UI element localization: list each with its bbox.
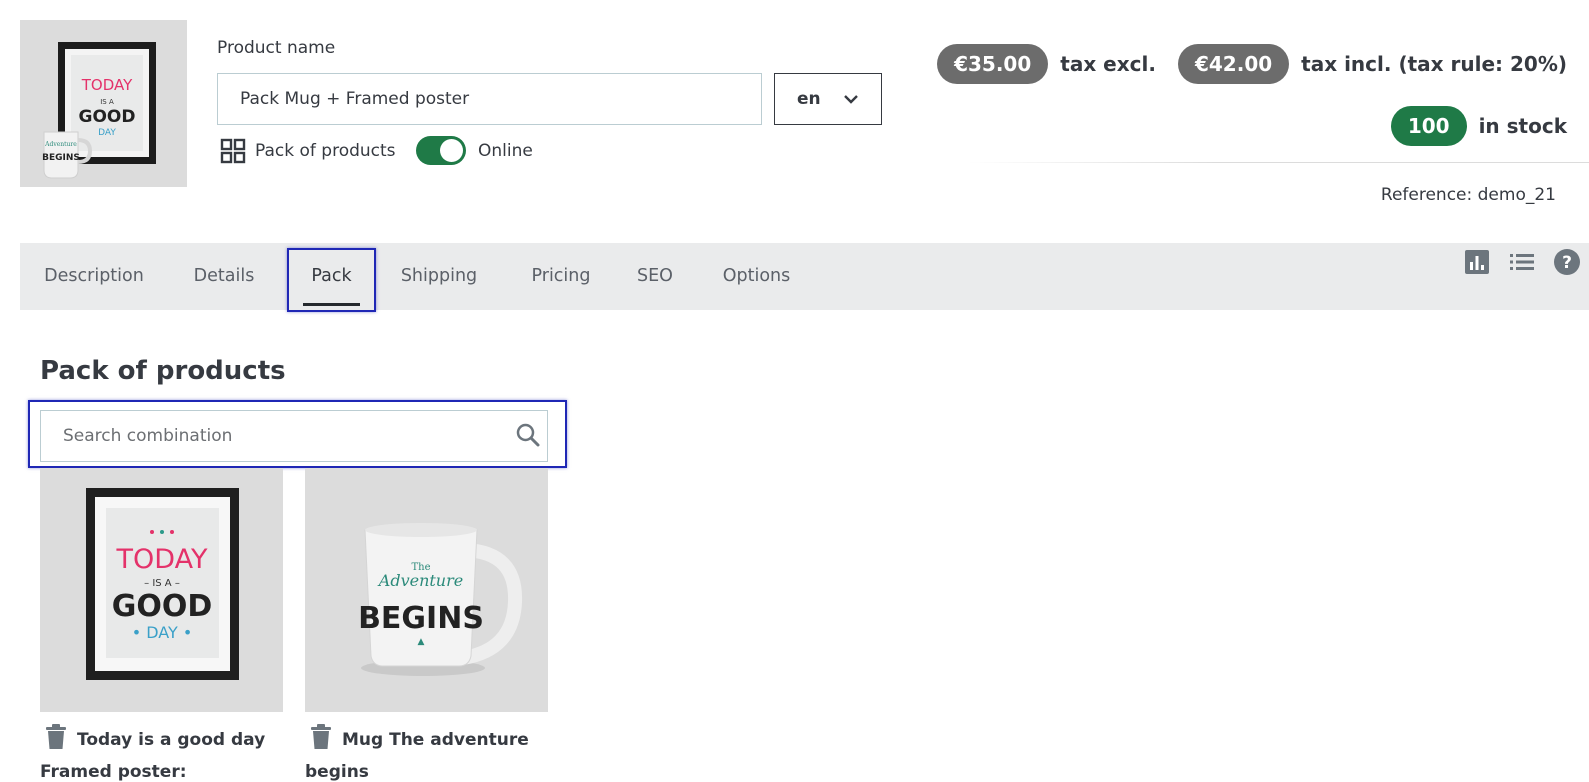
tab-details[interactable]: Details <box>184 243 264 310</box>
tab-label: Options <box>722 266 791 286</box>
pack-item-name-line2: Framed poster: Dimension <box>40 762 187 782</box>
toggle-knob <box>440 139 463 162</box>
svg-text:TODAY: TODAY <box>116 544 208 575</box>
active-tab-indicator <box>303 303 360 306</box>
svg-text:BEGINS: BEGINS <box>358 601 484 636</box>
tab-label: SEO <box>637 266 673 286</box>
stock-quantity-badge: 100 <box>1390 106 1467 146</box>
tab-pack[interactable]: Pack <box>289 243 374 310</box>
pack-item-name: Today is a good day Framed poster: Dimen… <box>40 724 283 782</box>
tab-label: Pricing <box>531 266 591 286</box>
tab-pricing[interactable]: Pricing <box>517 243 605 310</box>
pack-item-image: The Adventure BEGINS ▲ <box>305 468 548 712</box>
product-name-label: Product name <box>217 38 336 58</box>
trash-icon[interactable] <box>45 724 67 750</box>
tax-excl-label: tax excl. <box>1060 52 1156 76</box>
pack-item-name: Mug The adventure begins <box>305 724 548 782</box>
svg-text:Adventure: Adventure <box>44 141 77 148</box>
section-title: Pack of products <box>40 356 286 386</box>
tab-label: Shipping <box>400 266 478 286</box>
svg-text:DAY: DAY <box>98 128 116 138</box>
online-label: Online <box>478 140 533 161</box>
product-type-indicator[interactable]: Pack of products <box>220 138 396 164</box>
list-icon[interactable] <box>1508 248 1536 276</box>
price-summary: €35.00 tax excl. €42.00 tax incl. (tax r… <box>937 44 1567 84</box>
svg-text:?: ? <box>1562 253 1572 273</box>
svg-text:Adventure: Adventure <box>377 571 463 590</box>
svg-text:TODAY: TODAY <box>81 76 133 94</box>
pack-item: TODAY – IS A – GOOD • DAY • Today is a g… <box>40 468 283 782</box>
svg-text:IS A: IS A <box>100 98 114 106</box>
product-tabs: Description Details Pack Shipping Pricin… <box>20 243 1589 310</box>
tab-seo[interactable]: SEO <box>630 243 680 310</box>
online-status: Online <box>416 136 533 165</box>
stock-label: in stock <box>1478 114 1567 138</box>
search-combination-input[interactable] <box>40 410 548 462</box>
product-name-input[interactable] <box>217 73 762 125</box>
pack-item-name-line2: begins <box>305 762 369 782</box>
language-select[interactable]: en <box>774 73 882 125</box>
svg-text:GOOD: GOOD <box>112 589 213 624</box>
trash-icon[interactable] <box>310 724 332 750</box>
tab-shipping[interactable]: Shipping <box>389 243 489 310</box>
header-divider <box>968 162 1589 163</box>
product-reference: Reference: demo_21 <box>1380 185 1556 205</box>
pack-item-image: TODAY – IS A – GOOD • DAY • <box>40 468 283 712</box>
pack-item-name-line1: Mug The adventure <box>342 730 529 750</box>
tab-label: Details <box>193 266 255 286</box>
help-icon[interactable]: ? <box>1553 248 1581 276</box>
tab-label: Description <box>44 266 144 286</box>
bar-chart-icon[interactable] <box>1463 248 1491 276</box>
pack-item-name-line1: Today is a good day <box>77 730 266 750</box>
search-icon[interactable] <box>515 422 541 448</box>
product-cover-image: TODAY IS A GOOD DAY Adventure BEGINS <box>20 20 187 187</box>
pack-item: The Adventure BEGINS ▲ Mug The adventure… <box>305 468 548 782</box>
tax-incl-label: tax incl. (tax rule: 20%) <box>1301 52 1567 76</box>
price-tax-incl-badge: €42.00 <box>1177 44 1290 84</box>
tab-description[interactable]: Description <box>34 243 154 310</box>
stock-summary: 100 in stock <box>1390 106 1567 146</box>
svg-text:– IS A –: – IS A – <box>144 578 180 589</box>
svg-text:GOOD: GOOD <box>79 107 136 127</box>
price-tax-excl-badge: €35.00 <box>937 44 1049 84</box>
svg-text:• DAY •: • DAY • <box>132 623 193 642</box>
grid-icon <box>220 138 246 164</box>
chevron-down-icon <box>844 95 858 104</box>
language-select-value: en <box>797 89 821 109</box>
online-toggle[interactable] <box>416 136 466 165</box>
product-type-label: Pack of products <box>255 141 396 161</box>
tab-options[interactable]: Options <box>713 243 800 310</box>
svg-text:▲: ▲ <box>418 637 425 647</box>
svg-text:BEGINS: BEGINS <box>42 153 80 163</box>
tab-label: Pack <box>311 266 352 286</box>
